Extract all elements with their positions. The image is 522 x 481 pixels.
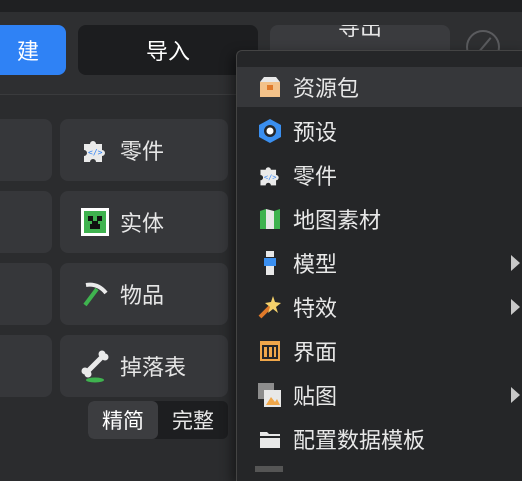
mode-simple-button[interactable]: 精简 bbox=[88, 401, 158, 439]
tile-label: 掉落表 bbox=[120, 356, 187, 381]
menu-item-label: 资源包 bbox=[293, 77, 360, 102]
map-icon bbox=[257, 206, 283, 232]
create-button[interactable]: 建 bbox=[0, 25, 66, 75]
svg-text:</>: </> bbox=[88, 148, 103, 157]
ui-window-icon bbox=[257, 338, 283, 364]
import-button[interactable]: 导入 bbox=[78, 25, 258, 75]
svg-text:</>: </> bbox=[264, 173, 277, 181]
menu-scroll-indicator bbox=[255, 466, 283, 472]
menu-item-part[interactable]: </> 零件 bbox=[237, 155, 522, 195]
submenu-arrow-icon bbox=[511, 299, 520, 315]
pickaxe-icon bbox=[80, 279, 110, 309]
menu-item-resource-pack[interactable]: 资源包 bbox=[237, 67, 522, 107]
preset-hexagon-icon bbox=[257, 118, 283, 144]
tile-left-3[interactable] bbox=[0, 263, 52, 325]
bone-icon bbox=[80, 350, 110, 383]
menu-item-model[interactable]: 模型 bbox=[237, 243, 522, 283]
export-label: 导出 bbox=[337, 25, 382, 41]
tile-entity[interactable]: 实体 bbox=[60, 191, 228, 253]
creeper-icon bbox=[80, 207, 110, 237]
menu-item-label: 特效 bbox=[293, 297, 338, 322]
texture-image-icon bbox=[257, 382, 283, 408]
tile-label: 实体 bbox=[120, 212, 165, 237]
folder-icon bbox=[257, 426, 283, 452]
menu-item-label: 零件 bbox=[293, 165, 338, 190]
mode-full-button[interactable]: 完整 bbox=[158, 401, 228, 439]
menu-item-label: 地图素材 bbox=[293, 209, 382, 234]
menu-item-label: 配置数据模板 bbox=[293, 429, 426, 454]
menu-item-interface[interactable]: 界面 bbox=[237, 331, 522, 371]
tile-left-2[interactable] bbox=[0, 191, 52, 253]
menu-item-config-template[interactable]: 配置数据模板 bbox=[237, 419, 522, 459]
menu-item-preset[interactable]: 预设 bbox=[237, 111, 522, 151]
tile-left-4[interactable] bbox=[0, 335, 52, 397]
top-strip bbox=[0, 0, 522, 12]
menu-item-label: 界面 bbox=[293, 341, 338, 366]
menu-item-label: 贴图 bbox=[293, 385, 338, 410]
tile-item[interactable]: 物品 bbox=[60, 263, 228, 325]
puzzle-code-icon: </> bbox=[80, 135, 110, 165]
tile-left-1[interactable] bbox=[0, 119, 52, 181]
menu-item-map-assets[interactable]: 地图素材 bbox=[237, 199, 522, 239]
magic-wand-icon bbox=[257, 294, 283, 320]
package-icon bbox=[257, 74, 283, 100]
tile-label: 零件 bbox=[120, 140, 165, 165]
create-dropdown-menu: 资源包 预设 </> 零件 地图素材 模型 特效 界面 贴图 配置数据模板 bbox=[236, 50, 522, 481]
menu-item-label: 预设 bbox=[293, 121, 338, 146]
menu-item-texture[interactable]: 贴图 bbox=[237, 375, 522, 415]
tile-part[interactable]: </> 零件 bbox=[60, 119, 228, 181]
submenu-arrow-icon bbox=[511, 255, 520, 271]
mode-toggle: 精简 完整 bbox=[88, 401, 228, 439]
toolbar-divider bbox=[0, 94, 240, 95]
menu-item-label: 模型 bbox=[293, 253, 338, 278]
tile-loot-table[interactable]: 掉落表 bbox=[60, 335, 228, 397]
submenu-arrow-icon bbox=[511, 387, 520, 403]
puzzle-code-icon: </> bbox=[257, 162, 283, 188]
menu-item-effects[interactable]: 特效 bbox=[237, 287, 522, 327]
model-figure-icon bbox=[257, 250, 283, 276]
tile-label: 物品 bbox=[120, 284, 165, 309]
